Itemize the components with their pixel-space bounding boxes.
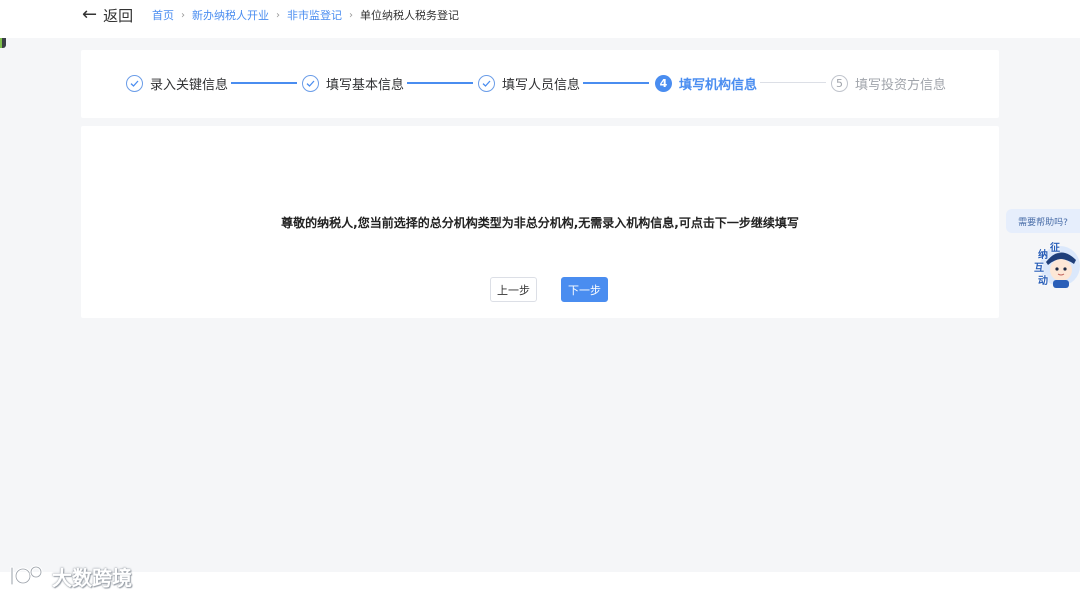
back-label: 返回 — [103, 6, 134, 25]
watermark-logo-icon — [10, 565, 43, 586]
step-2-label: 填写基本信息 — [326, 77, 405, 93]
assistant-avatar[interactable]: 征 纳 互 动 — [1034, 240, 1080, 290]
assistant-char-1: 征 — [1050, 243, 1060, 254]
steps-bar: 录入关键信息 填写基本信息 填写人员信息 4 填写机构信息 5 填写投资方信息 — [81, 50, 999, 118]
step-4-number: 4 — [655, 74, 672, 92]
step-5: 5 填写投资方信息 — [831, 73, 946, 93]
breadcrumb-separator-icon: › — [349, 9, 353, 21]
step-connector-2 — [407, 82, 473, 84]
step-connector-3 — [583, 82, 649, 84]
step-1-label: 录入关键信息 — [150, 77, 229, 93]
watermark-text: 大数跨境 — [52, 565, 132, 590]
breadcrumb-separator-icon: › — [276, 9, 280, 21]
prev-step-button[interactable]: 上一步 — [490, 277, 537, 302]
step-3: 填写人员信息 — [478, 73, 580, 93]
arrow-left-icon: ← — [82, 4, 98, 25]
content-card: 尊敬的纳税人,您当前选择的总分机构类型为非总分机构,无需录入机构信息,可点击下一… — [81, 126, 999, 318]
next-step-button[interactable]: 下一步 — [561, 277, 608, 302]
top-bar: ← 返回 首页 › 新办纳税人开业 › 非市监登记 › 单位纳税人税务登记 — [0, 0, 1080, 38]
breadcrumb-current: 单位纳税人税务登记 — [360, 9, 459, 22]
breadcrumb-non-market-registration[interactable]: 非市监登记 — [287, 7, 342, 23]
check-circle-icon — [126, 74, 143, 92]
step-3-label: 填写人员信息 — [502, 77, 581, 93]
check-circle-icon — [478, 74, 495, 92]
step-connector-4 — [760, 82, 826, 83]
watermark: 大数跨境 — [8, 563, 132, 590]
step-4-label: 填写机构信息 — [679, 77, 758, 93]
check-circle-icon — [302, 74, 319, 92]
breadcrumb-separator-icon: › — [181, 9, 185, 21]
back-button[interactable]: ← 返回 — [82, 5, 133, 25]
assistant-char-4: 动 — [1038, 276, 1048, 287]
notice-message: 尊敬的纳税人,您当前选择的总分机构类型为非总分机构,无需录入机构信息,可点击下一… — [281, 216, 799, 230]
step-2: 填写基本信息 — [302, 73, 404, 93]
step-4: 4 填写机构信息 — [655, 73, 757, 93]
breadcrumb: 首页 › 新办纳税人开业 › 非市监登记 › 单位纳税人税务登记 — [152, 7, 459, 23]
step-connector-1 — [231, 82, 297, 84]
step-1: 录入关键信息 — [126, 73, 228, 93]
bottom-strip — [0, 572, 1080, 597]
step-5-label: 填写投资方信息 — [855, 77, 947, 93]
breadcrumb-new-taxpayer[interactable]: 新办纳税人开业 — [192, 7, 269, 23]
help-bubble[interactable]: 需要帮助吗? — [1006, 209, 1080, 233]
step-5-number: 5 — [831, 74, 848, 92]
breadcrumb-home[interactable]: 首页 — [152, 7, 174, 23]
